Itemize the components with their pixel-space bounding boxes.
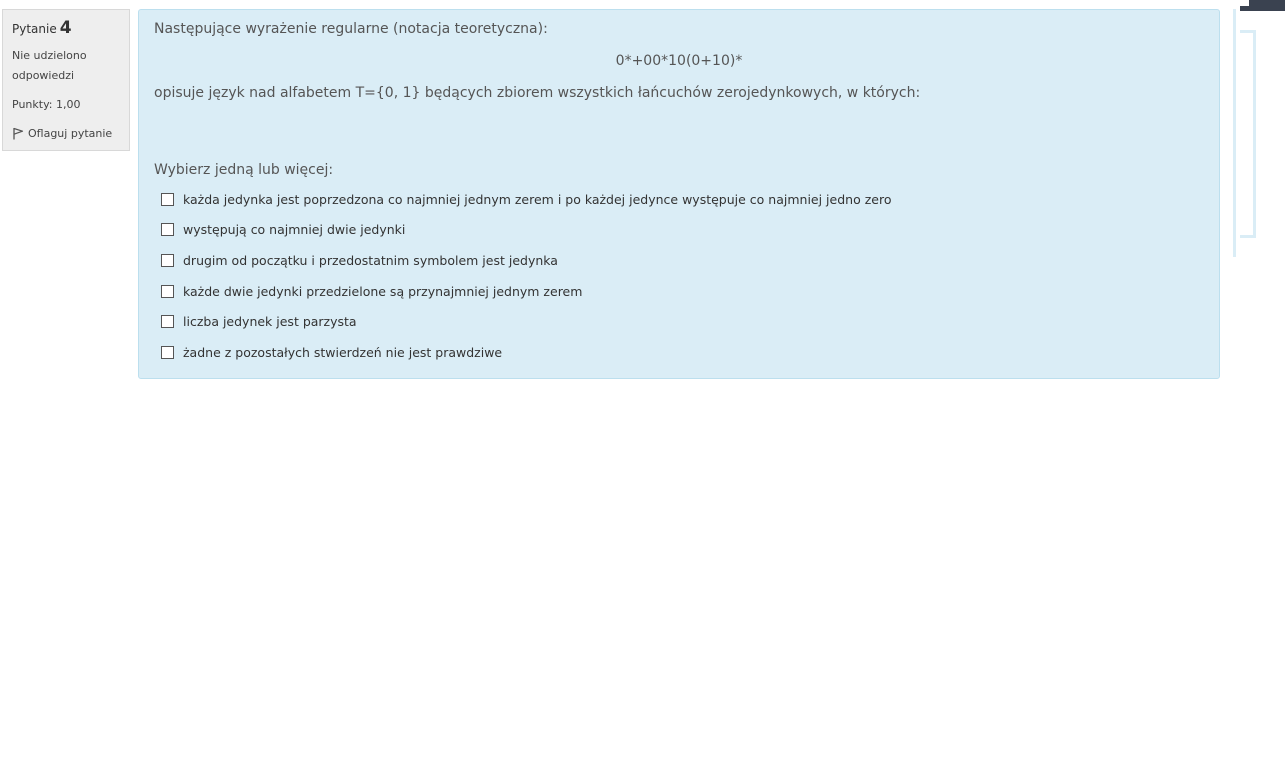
- answer-checkbox[interactable]: [161, 284, 174, 298]
- answer-option[interactable]: żadne z pozostałych stwierdzeń nie jest …: [154, 337, 1204, 368]
- answer-prompt: Wybierz jedną lub więcej:: [154, 162, 334, 178]
- question-grade: Punkty: 1,00: [12, 98, 81, 111]
- question-text-line1: Następujące wyrażenie regularne (notacja…: [154, 21, 548, 37]
- answer-option[interactable]: każda jedynka jest poprzedzona co najmni…: [154, 184, 1204, 215]
- answer-checkbox[interactable]: [161, 345, 174, 359]
- question-state-line1: Nie udzielono: [12, 49, 87, 62]
- side-panel-edge: [1233, 9, 1236, 257]
- answer-option[interactable]: każde dwie jedynki przedzielone są przyn…: [154, 276, 1204, 307]
- top-right-corner-block: [1240, 0, 1285, 11]
- answer-checkbox[interactable]: [161, 192, 174, 206]
- question-text-line2: opisuje język nad alfabetem T={0, 1} będ…: [154, 85, 921, 101]
- flag-question-link[interactable]: Oflaguj pytanie: [12, 124, 120, 144]
- answer-option[interactable]: liczba jedynek jest parzysta: [154, 306, 1204, 337]
- corner-notch: [1240, 0, 1249, 6]
- answer-list: każda jedynka jest poprzedzona co najmni…: [154, 184, 1204, 368]
- answer-label: występują co najmniej dwie jedynki: [183, 222, 406, 238]
- question-title: Pytanie 4: [12, 18, 120, 42]
- answer-checkbox[interactable]: [161, 253, 174, 267]
- answer-option[interactable]: drugim od początku i przedostatnim symbo…: [154, 245, 1204, 276]
- question-text: Następujące wyrażenie regularne (notacja…: [154, 19, 1204, 103]
- question-info-panel: Pytanie 4 Nie udzielono odpowiedzi Punkty…: [2, 9, 130, 151]
- flag-question-label: Oflaguj pytanie: [28, 127, 113, 140]
- regex-formula: 0*+00*10(0+10)*: [615, 53, 743, 69]
- answer-checkbox[interactable]: [161, 315, 174, 329]
- answer-label: liczba jedynek jest parzysta: [183, 314, 357, 330]
- question-state: Nie udzielono odpowiedzi: [12, 46, 120, 86]
- answer-option[interactable]: występują co najmniej dwie jedynki: [154, 215, 1204, 246]
- question-label: Pytanie: [12, 22, 57, 36]
- answer-label: każde dwie jedynki przedzielone są przyn…: [183, 283, 583, 299]
- question-number: 4: [59, 18, 72, 38]
- answer-label: drugim od początku i przedostatnim symbo…: [183, 252, 558, 268]
- question-state-line2: odpowiedzi: [12, 69, 75, 82]
- answer-label: żadne z pozostałych stwierdzeń nie jest …: [183, 344, 503, 360]
- question-content: Następujące wyrażenie regularne (notacja…: [138, 9, 1220, 379]
- answer-label: każda jedynka jest poprzedzona co najmni…: [183, 191, 892, 207]
- side-panel-frame: [1240, 30, 1256, 238]
- flag-icon: [13, 127, 24, 140]
- answer-checkbox[interactable]: [161, 223, 174, 237]
